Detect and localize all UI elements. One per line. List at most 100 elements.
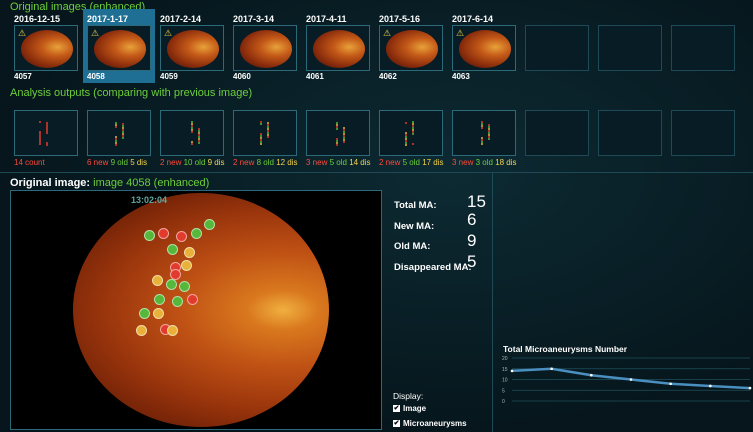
empty-analysis-slot <box>525 110 589 168</box>
microaneurysm-marker[interactable] <box>167 244 178 255</box>
original-image-slot[interactable]: 2017-5-16 ⚠ 4062 <box>379 13 443 82</box>
ma-dot <box>198 140 200 142</box>
ma-dot <box>191 131 193 133</box>
image-toggle[interactable]: ✔ Image <box>393 404 426 413</box>
analysis-output-slot[interactable]: 3 new 3 old 18 dis <box>452 110 517 168</box>
image-thumbnail[interactable]: ⚠ <box>14 25 78 71</box>
microaneurysm-marker[interactable] <box>154 294 165 305</box>
new-count: 3 new <box>306 158 328 167</box>
empty-analysis-slot <box>671 110 735 168</box>
microaneurysm-marker[interactable] <box>181 260 192 271</box>
original-image-slot[interactable]: 2017-2-14 ⚠ 4059 <box>160 13 224 82</box>
ma-dot <box>39 141 41 143</box>
ma-dot <box>343 141 345 143</box>
old-count: 8 old <box>256 158 274 167</box>
warning-icon: ⚠ <box>456 28 465 38</box>
data-point[interactable] <box>669 382 672 386</box>
data-point[interactable] <box>709 384 712 388</box>
ma-dot <box>412 125 414 127</box>
analysis-output-slot[interactable]: 2 new 5 old 17 dis <box>379 110 444 168</box>
microaneurysm-marker[interactable] <box>139 308 150 319</box>
microaneurysm-marker[interactable] <box>191 228 202 239</box>
data-point[interactable] <box>550 367 553 371</box>
ma-dot <box>260 135 262 137</box>
new-count: 2 new <box>160 158 182 167</box>
microaneurysm-marker[interactable] <box>184 247 195 258</box>
old-count: 9 old <box>110 158 128 167</box>
ma-dot <box>412 127 414 129</box>
original-image-slot[interactable]: 2016-12-15 ⚠ 4057 <box>14 13 78 82</box>
ma-dot <box>46 144 48 146</box>
microaneurysm-marker[interactable] <box>166 279 177 290</box>
microaneurysm-marker[interactable] <box>179 281 190 292</box>
image-checkbox[interactable]: ✔ <box>393 405 400 412</box>
timestamp: 13:02:04 <box>131 195 168 205</box>
microaneurysm-marker[interactable] <box>136 325 147 336</box>
microaneurysm-marker[interactable] <box>172 296 183 307</box>
analysis-output-slot[interactable]: 2 new 8 old 12 dis <box>233 110 298 168</box>
original-image-slot[interactable]: 2017-4-11 4061 <box>306 13 370 82</box>
microaneurysm-marker[interactable] <box>187 294 198 305</box>
original-image-slot[interactable]: 2017-1-17 ⚠ 4058 <box>83 9 155 83</box>
new-ma-value: 6 <box>467 210 477 229</box>
microaneurysm-marker[interactable] <box>153 308 164 319</box>
ma-dot <box>267 134 269 136</box>
microaneurysm-marker[interactable] <box>152 275 163 286</box>
ma-dot <box>336 140 338 142</box>
analysis-thumbnail[interactable] <box>306 110 370 156</box>
image-viewer[interactable]: 13:02:04 <box>10 190 382 430</box>
fundus-thumbnail <box>21 30 73 68</box>
microaneurysm-marker[interactable] <box>204 219 215 230</box>
old-ma-value: 9 <box>467 231 477 250</box>
data-point[interactable] <box>748 386 752 390</box>
image-date: 2017-6-14 <box>452 14 494 24</box>
ma-dot <box>267 126 269 128</box>
ma-dot <box>115 122 117 124</box>
microaneurysm-marker[interactable] <box>167 325 178 336</box>
microaneurysms-toggle[interactable]: ✔ Microaneurysms <box>393 419 467 428</box>
ma-dot <box>260 141 262 143</box>
ma-dot <box>122 127 124 129</box>
image-thumbnail[interactable]: ⚠ <box>452 25 516 71</box>
analysis-output-slot[interactable]: 3 new 5 old 14 dis <box>306 110 371 168</box>
analysis-thumbnail[interactable] <box>14 110 78 156</box>
ma-dot <box>405 138 407 140</box>
image-thumbnail[interactable] <box>233 25 297 71</box>
ma-dot <box>405 142 407 144</box>
data-point[interactable] <box>590 373 593 377</box>
analysis-thumbnail[interactable] <box>87 110 151 156</box>
ma-dot <box>198 138 200 140</box>
microaneurysm-marker[interactable] <box>176 231 187 242</box>
analysis-counts: 2 new 5 old 17 dis <box>379 158 444 168</box>
analysis-output-slot[interactable]: 6 new 9 old 5 dis <box>87 110 151 168</box>
empty-frame <box>671 25 735 71</box>
image-thumbnail[interactable]: ⚠ <box>87 25 151 71</box>
ma-dot <box>260 123 262 125</box>
analysis-thumbnail[interactable] <box>160 110 224 156</box>
analysis-thumbnail[interactable] <box>379 110 443 156</box>
microaneurysm-marker[interactable] <box>144 230 155 241</box>
dis-count: 14 dis <box>349 158 371 167</box>
data-point[interactable] <box>629 378 633 381</box>
image-thumbnail[interactable]: ⚠ <box>379 25 443 71</box>
microaneurysm-marker[interactable] <box>158 228 169 239</box>
analysis-output-slot[interactable]: 2 new 10 old 9 dis <box>160 110 225 168</box>
analysis-thumbnail[interactable] <box>452 110 516 156</box>
original-image-slot[interactable]: 2017-3-14 4060 <box>233 13 297 82</box>
ma-dot <box>260 143 262 145</box>
analysis-thumbnail[interactable] <box>233 110 297 156</box>
fundus-thumbnail <box>313 30 365 68</box>
data-point[interactable] <box>510 369 514 373</box>
microaneurysms-checkbox[interactable]: ✔ <box>393 420 400 427</box>
ma-dot <box>260 121 262 123</box>
image-thumbnail[interactable]: ⚠ <box>160 25 224 71</box>
microaneurysms-toggle-label: Microaneurysms <box>403 419 467 428</box>
original-images-strip: 2016-12-15 ⚠ 4057 2017-1-17 ⚠ 4058 2017-2-14 ⚠ 4… <box>14 9 735 83</box>
original-image-slot[interactable]: 2017-6-14 ⚠ 4063 <box>452 13 516 82</box>
warning-icon: ⚠ <box>91 28 100 38</box>
y-tick-label: 5 <box>502 388 505 394</box>
ma-dot <box>115 124 117 126</box>
image-thumbnail[interactable] <box>306 25 370 71</box>
ma-dot <box>198 142 200 144</box>
analysis-output-slot[interactable]: 14 count <box>14 110 78 168</box>
